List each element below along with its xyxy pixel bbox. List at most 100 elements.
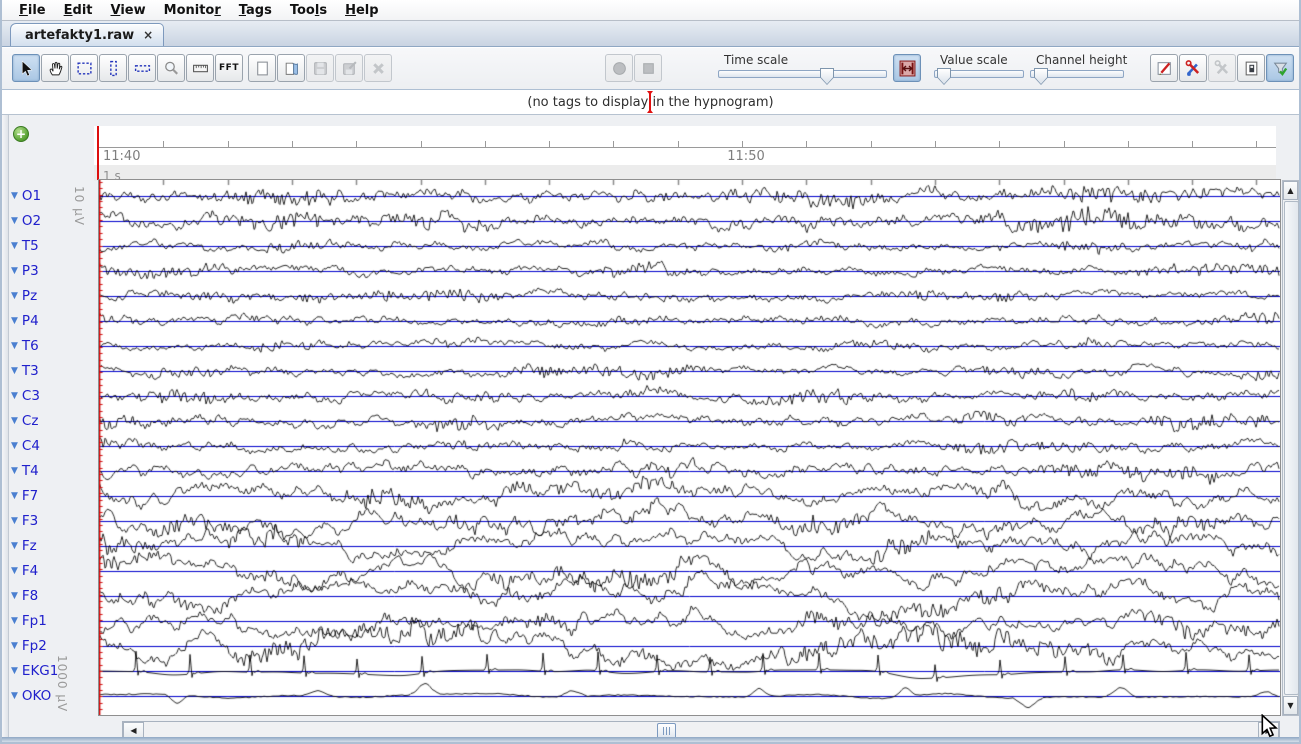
hypnogram-strip[interactable]: (no tags to display in the hypnogram) [2,90,1299,115]
fft-tool-button[interactable]: FFT [215,54,243,82]
time-label-11-40: 11:40 [103,149,140,164]
signal-plot-canvas[interactable] [99,180,1280,715]
value-slider-track[interactable] [934,70,1024,78]
channel-expand-icon[interactable]: ▼ [11,517,18,526]
channel-expand-icon[interactable]: ▼ [11,192,18,201]
fit-time-scale-button[interactable] [893,54,921,82]
select-tool-button[interactable] [12,54,40,82]
application-window: FileEditViewMonitorTagsToolsHelp artefak… [0,0,1301,744]
minute-tick [871,141,872,147]
signal-view-area: + ▼O1▼O2▼T5▼P3▼Pz▼P4▼T6▼T3▼C3▼Cz▼C4▼T4▼F… [2,115,1299,742]
tab-artefakty1-raw[interactable]: artefakty1.raw × [10,23,164,46]
channel-expand-icon[interactable]: ▼ [11,492,18,501]
channel-row-f7[interactable]: ▼F7 [11,488,38,504]
channel-row-f3[interactable]: ▼F3 [11,513,38,529]
add-channel-button[interactable]: + [13,126,29,142]
channel-expand-icon[interactable]: ▼ [11,317,18,326]
menu-item-view[interactable]: View [102,2,155,19]
menu-item-edit[interactable]: Edit [55,2,102,19]
channel-expand-icon[interactable]: ▼ [11,242,18,251]
vertical-scroll-thumb[interactable] [1284,201,1299,695]
channel-row-t3[interactable]: ▼ T3 [11,363,39,379]
filter-check-icon [1272,60,1289,77]
tab-close-icon[interactable]: × [143,30,153,40]
channel-row-fz[interactable]: ▼Fz [11,538,37,554]
channel-row-oko[interactable]: ▼OKO [11,688,51,704]
channel-expand-icon[interactable]: ▼ [11,417,18,426]
channel-expand-icon[interactable]: ▼ [11,392,18,401]
channel-row-o2[interactable]: ▼O2 [11,213,41,229]
time-slider-thumb[interactable] [820,68,834,85]
channel-row-f8[interactable]: ▼F8 [11,588,38,604]
menu-item-tags[interactable]: Tags [230,2,281,19]
channel-label: P3 [22,263,39,279]
channel-row-ekg1[interactable]: ▼EKG1 [11,663,58,679]
record-icon [611,60,628,77]
channel-label: P4 [22,313,39,329]
ruler-tool-button[interactable] [186,54,214,82]
eeg-value-scale-label: 10 µV [72,186,86,226]
channel-expand-icon[interactable]: ▼ [11,467,18,476]
channel-row-p4[interactable]: ▼ P4 [11,313,39,329]
channel-row-fp2[interactable]: ▼Fp2 [11,638,47,654]
hypnogram-position-marker[interactable] [649,91,651,113]
channel-expand-icon[interactable]: ▼ [11,267,18,276]
channel-expand-icon[interactable]: ▼ [11,367,18,376]
channel-label: Fp1 [22,613,47,629]
vertical-scrollbar[interactable]: ▲ ▼ [1282,180,1299,716]
menu-item-monitor[interactable]: Monitor [155,2,230,19]
pan-tool-button[interactable] [41,54,69,82]
channel-expand-icon[interactable]: ▼ [11,692,18,701]
filter-toggle-button[interactable] [1266,54,1294,82]
channel-row-c4[interactable]: ▼C4 [11,438,40,454]
open-document-icon [283,60,300,77]
channel-row-c3[interactable]: ▼C3 [11,388,40,404]
channel-row-o1[interactable]: ▼O1 [11,188,41,204]
menu-item-help[interactable]: Help [336,2,387,19]
menu-item-tools[interactable]: Tools [281,2,336,19]
minute-tick [163,141,164,147]
channel-expand-icon[interactable]: ▼ [11,617,18,626]
channel-expand-icon[interactable]: ▼ [11,667,18,676]
time-slider-track[interactable] [718,70,887,78]
scroll-up-button[interactable]: ▲ [1283,181,1298,200]
zoom-tool-button[interactable] [157,54,185,82]
row-selection-button[interactable] [128,54,156,82]
channel-row-t5[interactable]: ▼T5 [11,238,39,254]
channel-expand-icon[interactable]: ▼ [11,442,18,451]
column-selection-button[interactable] [99,54,127,82]
channel-row-t4[interactable]: ▼T4 [11,463,39,479]
document-preferences-button[interactable] [1237,54,1265,82]
open-document-button[interactable] [277,54,305,82]
channel-slider-thumb[interactable] [1034,68,1048,85]
value-slider-thumb[interactable] [937,68,951,85]
channel-expand-icon[interactable]: ▼ [11,567,18,576]
channel-row-t6[interactable]: ▼T6 [11,338,39,354]
channel-slider-track[interactable] [1030,70,1124,78]
channel-row-p3[interactable]: ▼ P3 [11,263,39,279]
scroll-left-button[interactable]: ◀ [123,722,144,738]
channel-expand-icon[interactable]: ▼ [11,217,18,226]
channel-expand-icon[interactable]: ▼ [11,642,18,651]
new-document-button[interactable] [248,54,276,82]
menu-item-file[interactable]: File [10,2,55,19]
scroll-right-button[interactable]: ▶ [1258,722,1279,738]
minute-tick [421,141,422,147]
rect-selection-button[interactable] [70,54,98,82]
channel-expand-icon[interactable]: ▼ [11,592,18,601]
sidebar-splitter[interactable] [2,115,9,742]
time-ruler: 11:4011:50 [94,126,1276,164]
channel-row-f4[interactable]: ▼F4 [11,563,38,579]
channel-expand-icon[interactable]: ▼ [11,342,18,351]
time-scale-slider: Time scale [718,53,887,78]
scroll-down-button[interactable]: ▼ [1283,696,1298,715]
channel-expand-icon[interactable]: ▼ [11,542,18,551]
channel-row-pz[interactable]: ▼Pz [11,288,37,304]
edit-montage-button[interactable] [1150,54,1178,82]
channel-row-fp1[interactable]: ▼ Fp1 [11,613,47,629]
tools-gray-icon [1214,60,1231,77]
channel-row-cz[interactable]: ▼Cz [11,413,38,429]
channel-label: T3 [22,363,39,379]
signal-tools-button[interactable] [1179,54,1207,82]
channel-expand-icon[interactable]: ▼ [11,292,18,301]
